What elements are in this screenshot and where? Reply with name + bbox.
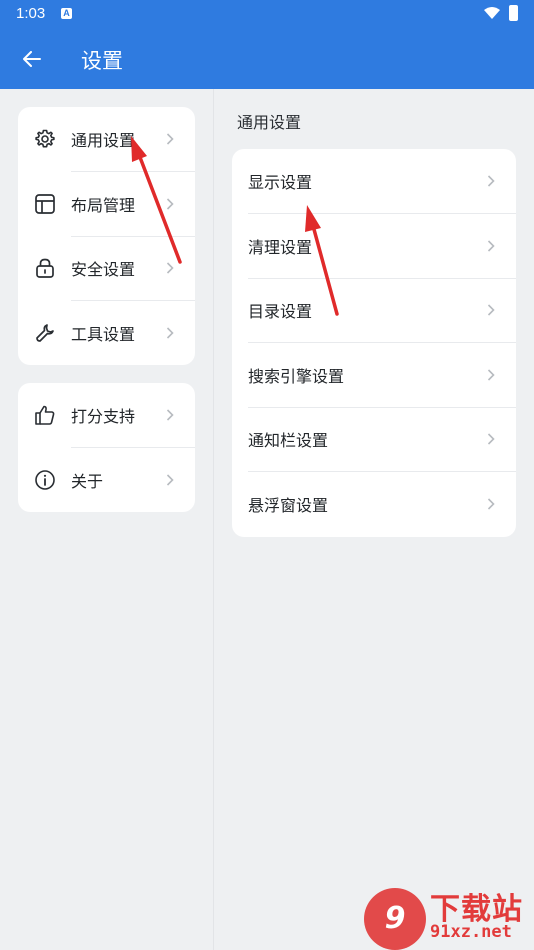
watermark-domain: 91xz.net xyxy=(430,922,512,942)
list-item-label: 悬浮窗设置 xyxy=(248,495,329,515)
status-time: 1:03 xyxy=(16,5,46,22)
sidebar-group-secondary: 打分支持 关于 xyxy=(18,383,195,512)
notification-icon: A xyxy=(61,8,72,19)
sidebar-item-security[interactable]: 安全设置 xyxy=(18,236,195,301)
page-title: 设置 xyxy=(81,49,123,73)
battery-icon xyxy=(509,5,518,21)
app-bar: 1:03 A 设置 xyxy=(0,0,534,89)
sidebar-item-label: 通用设置 xyxy=(71,131,136,151)
list-item-floating-window[interactable]: 悬浮窗设置 xyxy=(232,472,516,537)
status-bar: 1:03 A xyxy=(0,0,534,28)
sidebar-item-label: 打分支持 xyxy=(71,407,136,427)
chevron-right-icon xyxy=(487,498,495,510)
wrench-icon xyxy=(34,322,56,344)
sidebar-group-primary: 通用设置 布局管理 安全设置 工具设置 xyxy=(18,107,195,365)
chevron-right-icon xyxy=(166,198,174,210)
sidebar-item-about[interactable]: 关于 xyxy=(18,448,195,513)
chevron-right-icon xyxy=(166,474,174,486)
sidebar-item-rate[interactable]: 打分支持 xyxy=(18,383,195,448)
chevron-right-icon xyxy=(166,262,174,274)
watermark-logo: 9 xyxy=(364,888,426,950)
sidebar-item-label: 关于 xyxy=(71,471,104,491)
list-item-label: 显示设置 xyxy=(248,173,313,193)
chevron-right-icon xyxy=(166,327,174,339)
settings-list: 显示设置 清理设置 目录设置 搜索引擎设置 通知栏设置 悬浮窗设置 xyxy=(232,149,516,537)
sidebar-item-general[interactable]: 通用设置 xyxy=(18,107,195,172)
list-item-label: 通知栏设置 xyxy=(248,431,329,451)
chevron-right-icon xyxy=(166,133,174,145)
sidebar-item-tools[interactable]: 工具设置 xyxy=(18,301,195,366)
sidebar-item-label: 工具设置 xyxy=(71,324,136,344)
list-item-notification-bar[interactable]: 通知栏设置 xyxy=(232,407,516,472)
chevron-right-icon xyxy=(487,304,495,316)
thumbs-up-icon xyxy=(34,404,56,426)
pane-divider xyxy=(213,89,214,950)
list-item-label: 目录设置 xyxy=(248,302,313,322)
list-item-cleanup[interactable]: 清理设置 xyxy=(232,214,516,279)
info-icon xyxy=(34,469,56,491)
section-title: 通用设置 xyxy=(237,113,302,132)
gear-icon xyxy=(34,128,56,150)
sidebar-item-label: 安全设置 xyxy=(71,260,136,280)
chevron-right-icon xyxy=(487,175,495,187)
back-button[interactable] xyxy=(17,44,47,74)
list-item-label: 清理设置 xyxy=(248,237,313,257)
list-item-search-engine[interactable]: 搜索引擎设置 xyxy=(232,343,516,408)
chevron-right-icon xyxy=(487,240,495,252)
chevron-right-icon xyxy=(487,369,495,381)
lock-icon xyxy=(34,257,56,279)
chevron-right-icon xyxy=(166,409,174,421)
layout-icon xyxy=(34,193,56,215)
sidebar-item-label: 布局管理 xyxy=(71,195,136,215)
chevron-right-icon xyxy=(487,433,495,445)
list-item-directory[interactable]: 目录设置 xyxy=(232,278,516,343)
list-item-label: 搜索引擎设置 xyxy=(248,366,345,386)
watermark: 9 下载站 91xz.net xyxy=(364,880,534,950)
list-item-display[interactable]: 显示设置 xyxy=(232,149,516,214)
arrow-left-icon xyxy=(23,51,41,67)
sidebar-item-layout[interactable]: 布局管理 xyxy=(18,172,195,237)
wifi-icon xyxy=(484,7,500,19)
